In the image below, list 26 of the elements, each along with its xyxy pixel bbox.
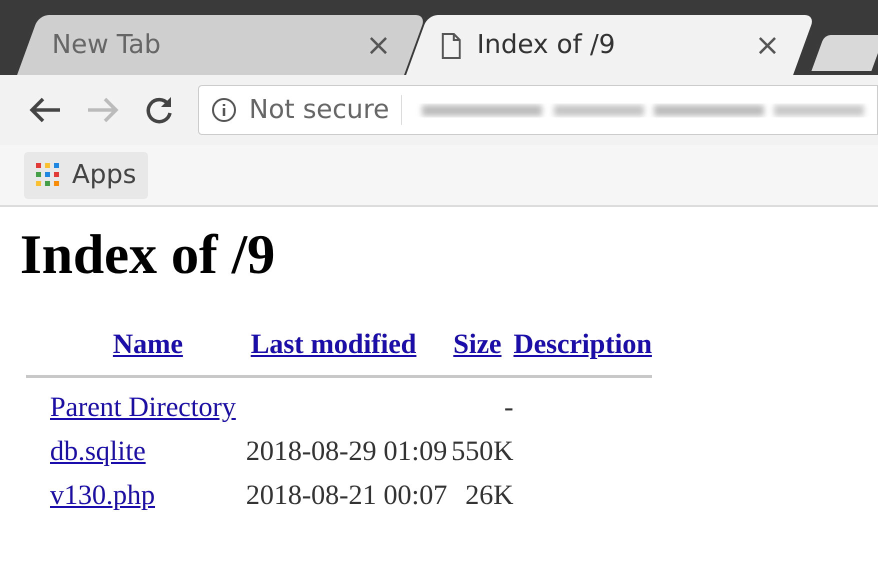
file-size: 550K [451,436,514,467]
column-header-link[interactable]: Description [514,329,652,360]
column-header-link[interactable]: Name [112,329,183,360]
column-header-link[interactable]: Last modified [250,329,416,360]
security-label: Not secure [249,94,390,126]
new-tab-button[interactable] [812,35,878,71]
close-button[interactable]: × [366,30,392,60]
back-icon[interactable] [28,96,62,124]
modified-date: 2018-08-29 01:09 [246,436,448,467]
reload-icon[interactable] [144,95,174,125]
file-size: - [504,392,514,423]
tab-title: New Tab [52,28,162,62]
document-icon [441,32,462,58]
close-button[interactable]: × [755,30,780,60]
page-heading: Index of /9 [20,227,276,283]
file-link[interactable]: db.sqlite [50,436,146,467]
bookmark-item[interactable]: Apps [24,152,148,198]
file-link[interactable]: v130.php [50,480,155,511]
apps-grid-icon [36,163,60,187]
column-header-link[interactable]: Size [453,329,502,360]
info-icon [211,97,237,123]
tab-title: Index of /9 [477,28,617,62]
modified-date: 2018-08-21 00:07 [246,480,448,511]
file-size: 26K [465,480,514,511]
file-link[interactable]: Parent Directory [50,392,236,423]
address-bar[interactable]: Not secure [198,85,878,135]
